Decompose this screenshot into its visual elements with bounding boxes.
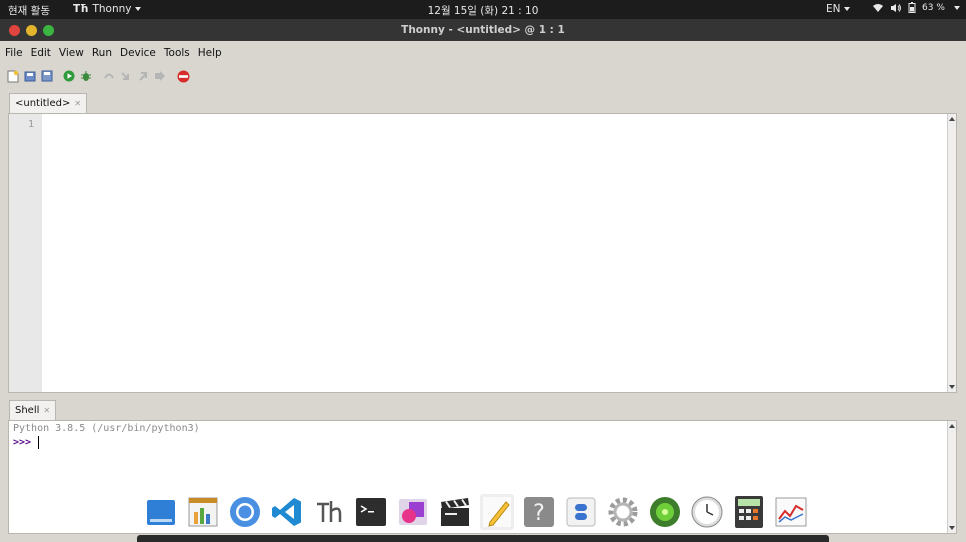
system-top-bar: 현재 활동 Tħ Thonny 12월 15일 (화) 21 : 10 EN 63… xyxy=(0,0,966,19)
dock-video-editor[interactable] xyxy=(438,494,472,530)
dock-clock[interactable] xyxy=(690,494,724,530)
gear-icon xyxy=(608,497,638,527)
wifi-icon xyxy=(873,3,883,12)
dock-help[interactable]: ? xyxy=(522,494,556,530)
window-title: Thonny - <untitled> @ 1 : 1 xyxy=(401,24,565,36)
save-file-button[interactable] xyxy=(40,69,54,83)
open-file-button[interactable] xyxy=(23,69,37,83)
tab-shell-label: Shell xyxy=(15,405,40,416)
step-out-button[interactable] xyxy=(136,69,150,83)
clapperboard-icon xyxy=(441,498,469,526)
shell-prompt: >>> xyxy=(13,437,32,448)
close-tab-icon[interactable]: ✕ xyxy=(74,99,81,108)
clock-icon xyxy=(691,496,723,528)
volume-icon xyxy=(891,3,901,12)
new-file-button[interactable] xyxy=(6,69,20,83)
scroll-up-icon[interactable] xyxy=(949,117,955,121)
dock-system-monitor[interactable] xyxy=(774,494,808,530)
thonny-icon xyxy=(317,501,342,522)
dock-radar-app[interactable] xyxy=(648,494,682,530)
menu-device[interactable]: Device xyxy=(115,43,159,63)
dock-terminal[interactable] xyxy=(354,494,388,530)
line-graph-icon xyxy=(775,497,807,527)
system-status-menu[interactable]: 63 % xyxy=(872,2,960,13)
resume-button[interactable] xyxy=(153,69,167,83)
code-editor[interactable]: 1 xyxy=(8,113,957,393)
vscode-icon xyxy=(272,498,301,526)
chevron-down-icon xyxy=(953,5,960,10)
scroll-down-icon[interactable] xyxy=(949,526,955,530)
shell-banner: Python 3.8.5 (/usr/bin/python3) xyxy=(13,423,200,434)
dock-text-editor[interactable] xyxy=(480,494,514,530)
menu-file[interactable]: File xyxy=(0,43,26,63)
tab-untitled-label: <untitled> xyxy=(15,98,71,109)
window-title-bar: Thonny - <untitled> @ 1 : 1 xyxy=(0,19,966,41)
text-cursor xyxy=(38,436,39,449)
menu-bar: File Edit View Run Device Tools Help xyxy=(0,43,225,63)
terminal-icon xyxy=(356,498,386,526)
battery-percent: 63 % xyxy=(922,2,945,13)
stop-button[interactable] xyxy=(176,69,190,83)
dock-files[interactable] xyxy=(144,494,178,530)
dock-settings[interactable] xyxy=(606,494,640,530)
dock-spreadsheet[interactable] xyxy=(186,494,220,530)
new-file-icon xyxy=(7,70,19,82)
svg-text:?: ? xyxy=(533,501,545,526)
scroll-down-icon[interactable] xyxy=(949,385,955,389)
radar-icon xyxy=(650,497,680,527)
calculator-icon xyxy=(735,496,763,528)
menu-view[interactable]: View xyxy=(54,43,87,63)
clock[interactable]: 12월 15일 (화) 21 : 10 xyxy=(0,3,966,18)
resume-icon xyxy=(155,71,165,81)
dock-vscode[interactable] xyxy=(270,494,304,530)
image-editor-icon xyxy=(399,499,427,525)
dock-calculator[interactable] xyxy=(732,494,766,530)
dock-software-center[interactable] xyxy=(564,494,598,530)
line-number: 1 xyxy=(27,119,34,130)
menu-run[interactable]: Run xyxy=(87,43,115,63)
tab-shell[interactable]: Shell ✕ xyxy=(9,400,57,421)
step-over-icon xyxy=(104,73,114,79)
dock-screenshot-app[interactable] xyxy=(396,494,430,530)
bug-icon xyxy=(81,71,91,81)
stop-icon xyxy=(177,70,189,82)
window-icon xyxy=(147,500,175,525)
dock-thonny[interactable] xyxy=(312,494,346,530)
help-icon: ? xyxy=(524,497,554,527)
battery-icon xyxy=(908,2,916,13)
step-into-icon xyxy=(121,72,129,80)
line-number-gutter: 1 xyxy=(9,114,42,392)
pencil-icon xyxy=(483,497,511,527)
scroll-up-icon[interactable] xyxy=(949,424,955,428)
close-tab-icon[interactable]: ✕ xyxy=(43,406,50,415)
spreadsheet-icon xyxy=(188,497,218,527)
menu-tools[interactable]: Tools xyxy=(159,43,193,63)
step-over-button[interactable] xyxy=(102,69,116,83)
menu-edit[interactable]: Edit xyxy=(26,43,54,63)
application-dock: ? xyxy=(140,494,830,542)
save-icon xyxy=(41,70,53,82)
debug-button[interactable] xyxy=(79,69,93,83)
dock-chromium[interactable] xyxy=(228,494,262,530)
language-label: EN xyxy=(826,3,841,15)
shell-scrollbar[interactable] xyxy=(947,421,956,533)
browser-icon xyxy=(230,497,260,527)
toolbar xyxy=(6,67,190,85)
chevron-down-icon xyxy=(843,7,850,11)
run-icon xyxy=(63,70,75,82)
step-out-icon xyxy=(139,72,147,81)
editor-scrollbar[interactable] xyxy=(947,114,956,392)
language-indicator[interactable]: EN xyxy=(826,3,850,15)
tab-untitled[interactable]: <untitled> ✕ xyxy=(9,93,88,114)
toggle-switch-icon xyxy=(566,497,596,527)
menu-help[interactable]: Help xyxy=(193,43,225,63)
step-into-button[interactable] xyxy=(119,69,133,83)
run-button[interactable] xyxy=(62,69,76,83)
open-file-icon xyxy=(24,71,36,82)
